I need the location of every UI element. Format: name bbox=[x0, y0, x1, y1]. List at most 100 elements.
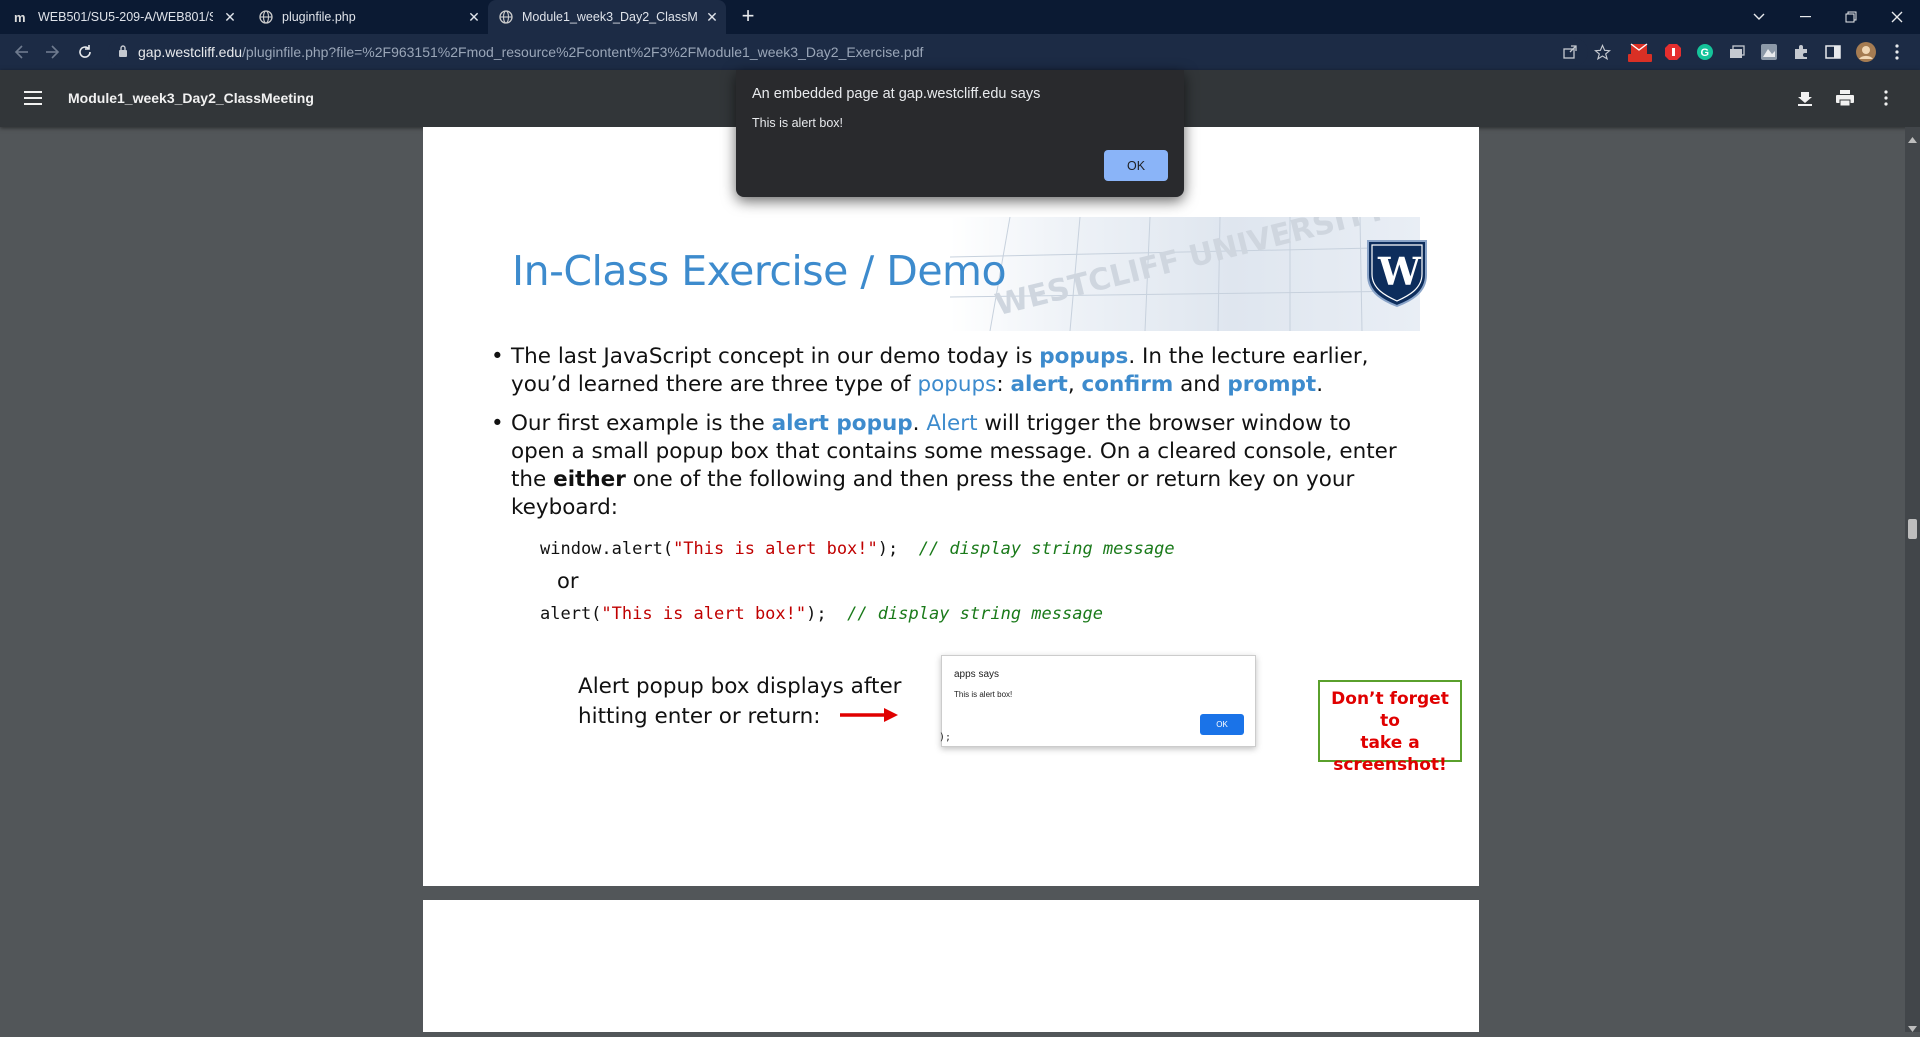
scroll-down-icon[interactable] bbox=[1908, 1019, 1917, 1037]
back-icon[interactable] bbox=[10, 40, 34, 64]
code-line-alert: alert("This is alert box!"); // display … bbox=[540, 604, 1103, 624]
bullet-dot: • bbox=[491, 344, 504, 369]
svg-text:m: m bbox=[14, 11, 26, 23]
keyword: confirm bbox=[1081, 372, 1174, 397]
text: you’d learned there are three type of bbox=[511, 372, 918, 397]
pdf-menu-icon[interactable] bbox=[24, 90, 42, 111]
tab-title: pluginfile.php bbox=[282, 10, 356, 24]
red-arrow-icon bbox=[840, 707, 900, 728]
text: the bbox=[511, 467, 554, 492]
westcliff-logo: W bbox=[1366, 239, 1428, 308]
pdf-more-icon[interactable] bbox=[1884, 90, 1888, 111]
alert-message: This is alert box! bbox=[752, 116, 844, 130]
chrome-menu-icon[interactable] bbox=[1887, 42, 1907, 62]
mini-alert-trail: ); bbox=[939, 732, 952, 743]
code-line-window-alert: window.alert("This is alert box!"); // d… bbox=[540, 539, 1175, 559]
mini-alert-title: apps says bbox=[954, 669, 1000, 680]
text: . bbox=[1316, 372, 1324, 397]
text: : bbox=[996, 372, 1011, 397]
text: Our first example is the bbox=[511, 411, 772, 436]
banner-logo-text-image: WESTCLIFF UNIVERSITY bbox=[992, 192, 1392, 323]
pdf-page bbox=[423, 900, 1479, 1032]
mini-alert-ok: OK bbox=[1200, 714, 1244, 735]
grammarly-extension-icon[interactable]: G bbox=[1695, 42, 1715, 62]
screenshot-reminder-box: Don’t forget to take a screenshot! bbox=[1318, 680, 1462, 775]
alert-dialog: An embedded page at gap.westcliff.edu sa… bbox=[736, 70, 1184, 197]
tab-title: WEB501/SU5-209-A/WEB801/SU bbox=[38, 10, 213, 24]
tab-module1-active[interactable]: Module1_week3_Day2_ClassMee ✕ bbox=[488, 0, 726, 34]
tab-title: Module1_week3_Day2_ClassMee bbox=[522, 10, 697, 24]
gmail-extension-icon[interactable] bbox=[1627, 42, 1653, 62]
download-icon[interactable] bbox=[1797, 90, 1813, 111]
svg-text:G: G bbox=[1701, 47, 1710, 59]
text: The last JavaScript concept in our demo … bbox=[511, 344, 1040, 369]
moodle-icon: m bbox=[14, 9, 30, 25]
tab-pluginfile[interactable]: pluginfile.php ✕ bbox=[258, 0, 488, 34]
text: . In the lecture earlier, bbox=[1128, 344, 1369, 369]
bullet-dot: • bbox=[491, 411, 504, 436]
tab-moodle[interactable]: m WEB501/SU5-209-A/WEB801/SU ✕ bbox=[14, 0, 244, 34]
url-path: /pluginfile.php?file=%2F963151%2Fmod_res… bbox=[242, 44, 924, 60]
forward-icon[interactable] bbox=[40, 40, 64, 64]
emphasis: either bbox=[553, 467, 626, 492]
close-tab-icon[interactable]: ✕ bbox=[222, 9, 238, 25]
alert-title: An embedded page at gap.westcliff.edu sa… bbox=[752, 86, 1041, 102]
alert-ok-button[interactable]: OK bbox=[1104, 150, 1168, 181]
extensions-puzzle-icon[interactable] bbox=[1791, 42, 1811, 62]
pdf-page: WESTCLIFF UNIVERSITY W In-Class Exercise… bbox=[423, 127, 1479, 886]
reminder-line: Don’t forget to bbox=[1331, 689, 1449, 731]
share-icon[interactable] bbox=[1560, 42, 1580, 62]
text: keyboard: bbox=[511, 495, 618, 520]
adblock-extension-icon[interactable] bbox=[1663, 42, 1683, 62]
bullet-popups-intro: • The last JavaScript concept in our dem… bbox=[491, 343, 1369, 399]
text: and bbox=[1173, 372, 1228, 397]
text: , bbox=[1067, 372, 1082, 397]
caption-line: Alert popup box displays after bbox=[578, 674, 902, 699]
profile-avatar[interactable] bbox=[1854, 40, 1878, 64]
or-text: or bbox=[557, 569, 579, 593]
globe-icon bbox=[258, 9, 274, 25]
scroll-up-icon[interactable] bbox=[1908, 130, 1917, 148]
close-tab-icon[interactable]: ✕ bbox=[466, 9, 482, 25]
alert-screenshot-image: apps says This is alert box! OK ); bbox=[939, 655, 1256, 747]
minimize-button[interactable] bbox=[1782, 0, 1828, 34]
keyword: popups bbox=[917, 372, 997, 397]
scrollbar-thumb[interactable] bbox=[1908, 519, 1917, 539]
url-host: gap.westcliff.edu bbox=[138, 44, 243, 60]
photo-extension-icon[interactable] bbox=[1759, 42, 1779, 62]
bullet-alert-example: • Our first example is the alert popup. … bbox=[491, 410, 1397, 522]
lock-icon[interactable] bbox=[118, 44, 128, 60]
pdf-scrollbar[interactable] bbox=[1905, 127, 1920, 1032]
slide-title: In-Class Exercise / Demo bbox=[512, 247, 1007, 295]
address-bar[interactable]: gap.westcliff.edu/pluginfile.php?file=%2… bbox=[108, 38, 1588, 66]
text: . bbox=[912, 411, 927, 436]
text: open a small popup box that contains som… bbox=[511, 439, 1397, 464]
close-tab-icon[interactable]: ✕ bbox=[704, 9, 720, 25]
mini-alert-message: This is alert box! bbox=[954, 690, 1013, 699]
side-panel-icon[interactable] bbox=[1823, 42, 1843, 62]
extension-stack-icon[interactable] bbox=[1727, 42, 1747, 62]
campus-banner-image: WESTCLIFF UNIVERSITY bbox=[949, 192, 1421, 332]
print-icon[interactable] bbox=[1836, 90, 1854, 111]
svg-text:W: W bbox=[1377, 249, 1422, 294]
new-tab-button[interactable]: + bbox=[736, 5, 760, 29]
browser-toolbar: gap.westcliff.edu/pluginfile.php?file=%2… bbox=[0, 34, 1920, 89]
bookmark-star-icon[interactable] bbox=[1592, 42, 1612, 62]
keyword: prompt bbox=[1227, 372, 1317, 397]
restore-button[interactable] bbox=[1828, 0, 1874, 34]
svg-text:WESTCLIFF UNIVERSITY: WESTCLIFF UNIVERSITY bbox=[992, 217, 1392, 323]
keyword: alert bbox=[1010, 372, 1068, 397]
close-window-button[interactable] bbox=[1874, 0, 1920, 34]
text: one of the following and then press the … bbox=[625, 467, 1355, 492]
keyword: alert popup bbox=[771, 411, 913, 436]
keyword: Alert bbox=[926, 411, 978, 436]
globe-icon bbox=[498, 9, 514, 25]
keyword: popups bbox=[1039, 344, 1129, 369]
reload-icon[interactable] bbox=[73, 40, 97, 64]
text: will trigger the browser window to bbox=[977, 411, 1352, 436]
reminder-line: take a bbox=[1360, 733, 1420, 753]
reminder-line: screenshot! bbox=[1333, 755, 1447, 775]
tab-search-icon[interactable] bbox=[1736, 0, 1782, 34]
pdf-title: Module1_week3_Day2_ClassMeeting bbox=[68, 90, 314, 106]
tab-strip: m WEB501/SU5-209-A/WEB801/SU ✕ pluginfil… bbox=[0, 0, 1920, 34]
